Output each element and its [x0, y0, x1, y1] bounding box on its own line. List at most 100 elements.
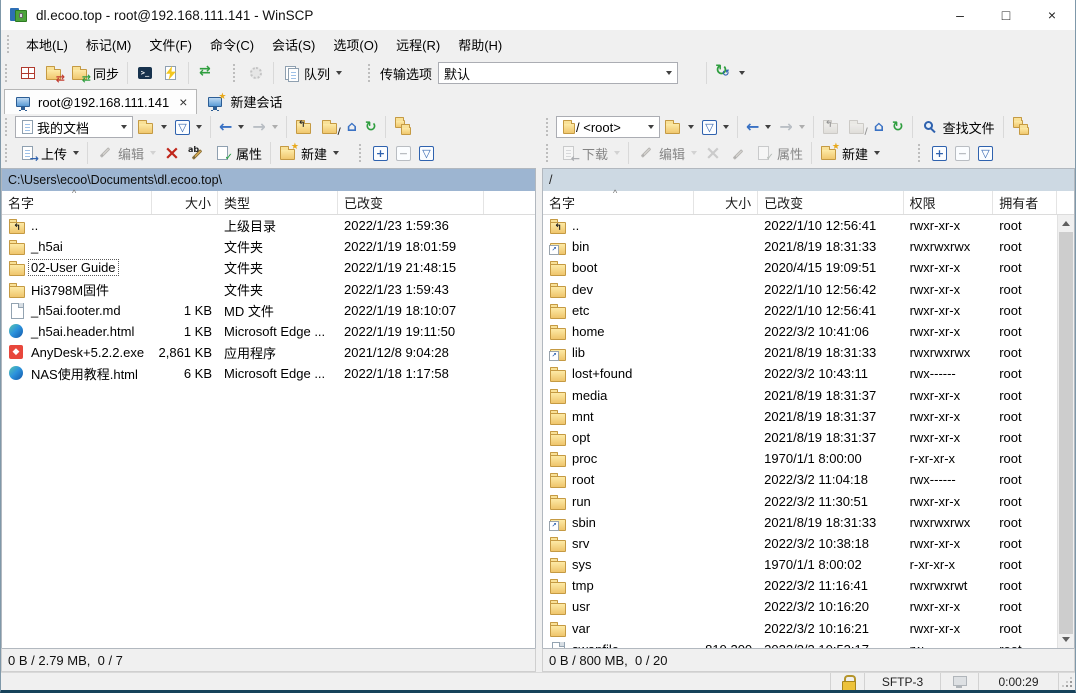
local-location-select[interactable]: 我的文档: [15, 116, 133, 138]
tab-new-session[interactable]: ★ 新建会话: [197, 89, 291, 114]
menu-mark[interactable]: 标记(M): [77, 31, 141, 58]
download-button[interactable]: ←下载: [556, 140, 624, 166]
refresh-session-button[interactable]: ⇄: [193, 60, 219, 86]
file-row[interactable]: sbin 2021/8/19 18:31:33 rwxrwxrwx root: [543, 512, 1057, 533]
toolbar-grip[interactable]: [5, 64, 10, 82]
file-row[interactable]: swapfile 819,200 2022/3/2 10:52:17 rw---…: [543, 639, 1057, 648]
file-row[interactable]: root 2022/3/2 11:04:18 rwx------ root: [543, 469, 1057, 490]
file-row[interactable]: Hi3798M固件 文件夹 2022/1/23 1:59:43: [2, 279, 535, 300]
file-row[interactable]: dev 2022/1/10 12:56:42 rwxr-xr-x root: [543, 279, 1057, 300]
remote-back-button[interactable]: ←: [742, 114, 775, 140]
find-files-button[interactable]: 查找文件: [917, 114, 999, 140]
file-row[interactable]: opt 2021/8/19 18:31:37 rwxr-xr-x root: [543, 427, 1057, 448]
remote-header-size[interactable]: 大小: [694, 191, 758, 214]
scroll-thumb[interactable]: [1059, 232, 1073, 634]
file-row[interactable]: media 2021/8/19 18:31:37 rwxr-xr-x root: [543, 385, 1057, 406]
file-row[interactable]: srv 2022/3/2 10:38:18 rwxr-xr-x root: [543, 533, 1057, 554]
menu-session[interactable]: 会话(S): [263, 31, 324, 58]
remote-refresh-button[interactable]: ↻: [888, 114, 908, 140]
settings-button[interactable]: [243, 60, 269, 86]
file-row[interactable]: .. 2022/1/10 12:56:41 rwxr-xr-x root: [543, 215, 1057, 236]
local-edit-button[interactable]: 编辑: [92, 140, 160, 166]
local-select-remove-button[interactable]: −: [392, 140, 415, 166]
menu-options[interactable]: 选项(O): [324, 31, 387, 58]
file-row[interactable]: sys 1970/1/1 8:00:02 r-xr-xr-x root: [543, 554, 1057, 575]
local-back-button[interactable]: ←: [215, 114, 248, 140]
open-terminal-button[interactable]: >_: [132, 60, 158, 86]
file-row[interactable]: usr 2022/3/2 10:16:20 rwxr-xr-x root: [543, 596, 1057, 617]
file-row[interactable]: _h5ai.header.html 1 KB Microsoft Edge ..…: [2, 321, 535, 342]
remote-header-perms[interactable]: 权限: [904, 191, 994, 214]
remote-select-filter-button[interactable]: ▽: [974, 140, 997, 166]
resize-grip[interactable]: [1059, 673, 1075, 690]
menu-file[interactable]: 文件(F): [140, 31, 201, 58]
remote-new-button[interactable]: ★新建: [816, 140, 884, 166]
menu-help[interactable]: 帮助(H): [449, 31, 511, 58]
remote-forward-button[interactable]: →: [775, 114, 808, 140]
console-command-button[interactable]: [158, 60, 184, 86]
synchronize-button[interactable]: ⇄同步: [67, 60, 123, 86]
local-refresh-button[interactable]: ↻: [361, 114, 381, 140]
file-row[interactable]: home 2022/3/2 10:41:06 rwxr-xr-x root: [543, 321, 1057, 342]
local-forward-button[interactable]: →: [248, 114, 281, 140]
local-follow-symlinks-button[interactable]: [390, 114, 416, 140]
file-row[interactable]: _h5ai 文件夹 2022/1/19 18:01:59: [2, 236, 535, 257]
remote-header-name[interactable]: 名字^: [543, 191, 694, 214]
file-row[interactable]: _h5ai.footer.md 1 KB MD 文件 2022/1/19 18:…: [2, 300, 535, 321]
local-select-add-button[interactable]: +: [369, 140, 392, 166]
remote-delete-button[interactable]: ×: [701, 140, 725, 166]
menu-local[interactable]: 本地(L): [17, 31, 77, 58]
close-button[interactable]: ×: [1029, 0, 1075, 30]
remote-follow-symlinks-button[interactable]: [1008, 114, 1034, 140]
file-row[interactable]: NAS使用教程.html 6 KB Microsoft Edge ... 202…: [2, 363, 535, 384]
local-home-button[interactable]: ⌂: [343, 114, 361, 140]
tab-close-icon[interactable]: ×: [179, 94, 187, 110]
upload-button[interactable]: →上传: [15, 140, 83, 166]
maximize-button[interactable]: □: [983, 0, 1029, 30]
scroll-down-icon[interactable]: [1058, 631, 1074, 648]
remote-parent-directory-button[interactable]: ↰: [818, 114, 844, 140]
local-parent-directory-button[interactable]: ↰: [291, 114, 317, 140]
remote-location-select[interactable]: / <root>: [556, 116, 660, 138]
remote-edit-button[interactable]: 编辑: [633, 140, 701, 166]
menu-commands[interactable]: 命令(C): [201, 31, 263, 58]
remote-open-directory-button[interactable]: [660, 114, 698, 140]
local-root-directory-button[interactable]: ∕: [317, 114, 343, 140]
remote-properties-button[interactable]: ✓属性: [751, 140, 807, 166]
file-row[interactable]: lost+found 2022/3/2 10:43:11 rwx------ r…: [543, 363, 1057, 384]
local-header-changed[interactable]: 已改变: [338, 191, 484, 214]
layout-button[interactable]: [15, 60, 41, 86]
file-row[interactable]: .. 上级目录 2022/1/23 1:59:36: [2, 215, 535, 236]
local-delete-button[interactable]: ×: [160, 140, 184, 166]
menu-remote[interactable]: 远程(R): [387, 31, 449, 58]
queue-button[interactable]: 队列: [278, 60, 346, 86]
local-new-button[interactable]: ★新建: [275, 140, 343, 166]
tab-session[interactable]: root@192.168.111.141 ×: [4, 89, 197, 114]
local-properties-button[interactable]: ✓属性: [210, 140, 266, 166]
remote-root-directory-button[interactable]: ∕: [844, 114, 870, 140]
local-header-name[interactable]: 名字^: [2, 191, 152, 214]
file-row[interactable]: AnyDesk+5.2.2.exe 2,861 KB 应用程序 2021/12/…: [2, 342, 535, 363]
file-row[interactable]: tmp 2022/3/2 11:16:41 rwxrwxrwt root: [543, 575, 1057, 596]
file-row[interactable]: bin 2021/8/19 18:31:33 rwxrwxrwx root: [543, 236, 1057, 257]
local-path-bar[interactable]: C:\Users\ecoo\Documents\dl.ecoo.top\: [2, 169, 535, 191]
remote-select-remove-button[interactable]: −: [951, 140, 974, 166]
scroll-up-icon[interactable]: [1058, 215, 1074, 232]
menu-grip[interactable]: [7, 35, 12, 53]
local-select-filter-button[interactable]: ▽: [415, 140, 438, 166]
transfer-profile-select[interactable]: 默认: [438, 62, 678, 84]
file-row[interactable]: proc 1970/1/1 8:00:00 r-xr-xr-x root: [543, 448, 1057, 469]
remote-header-owner[interactable]: 拥有者: [993, 191, 1057, 214]
local-open-directory-button[interactable]: [133, 114, 171, 140]
local-header-size[interactable]: 大小: [152, 191, 218, 214]
local-rename-button[interactable]: ab: [184, 140, 210, 166]
local-filter-button[interactable]: ▽: [171, 114, 206, 140]
file-row[interactable]: var 2022/3/2 10:16:21 rwxr-xr-x root: [543, 618, 1057, 639]
transfer-settings-button[interactable]: ↻↺: [711, 60, 749, 86]
file-row[interactable]: lib 2021/8/19 18:31:33 rwxrwxrwx root: [543, 342, 1057, 363]
remote-header-changed[interactable]: 已改变: [758, 191, 903, 214]
remote-select-add-button[interactable]: +: [928, 140, 951, 166]
remote-home-button[interactable]: ⌂: [870, 114, 888, 140]
remote-path-bar[interactable]: /: [543, 169, 1074, 191]
minimize-button[interactable]: –: [937, 0, 983, 30]
